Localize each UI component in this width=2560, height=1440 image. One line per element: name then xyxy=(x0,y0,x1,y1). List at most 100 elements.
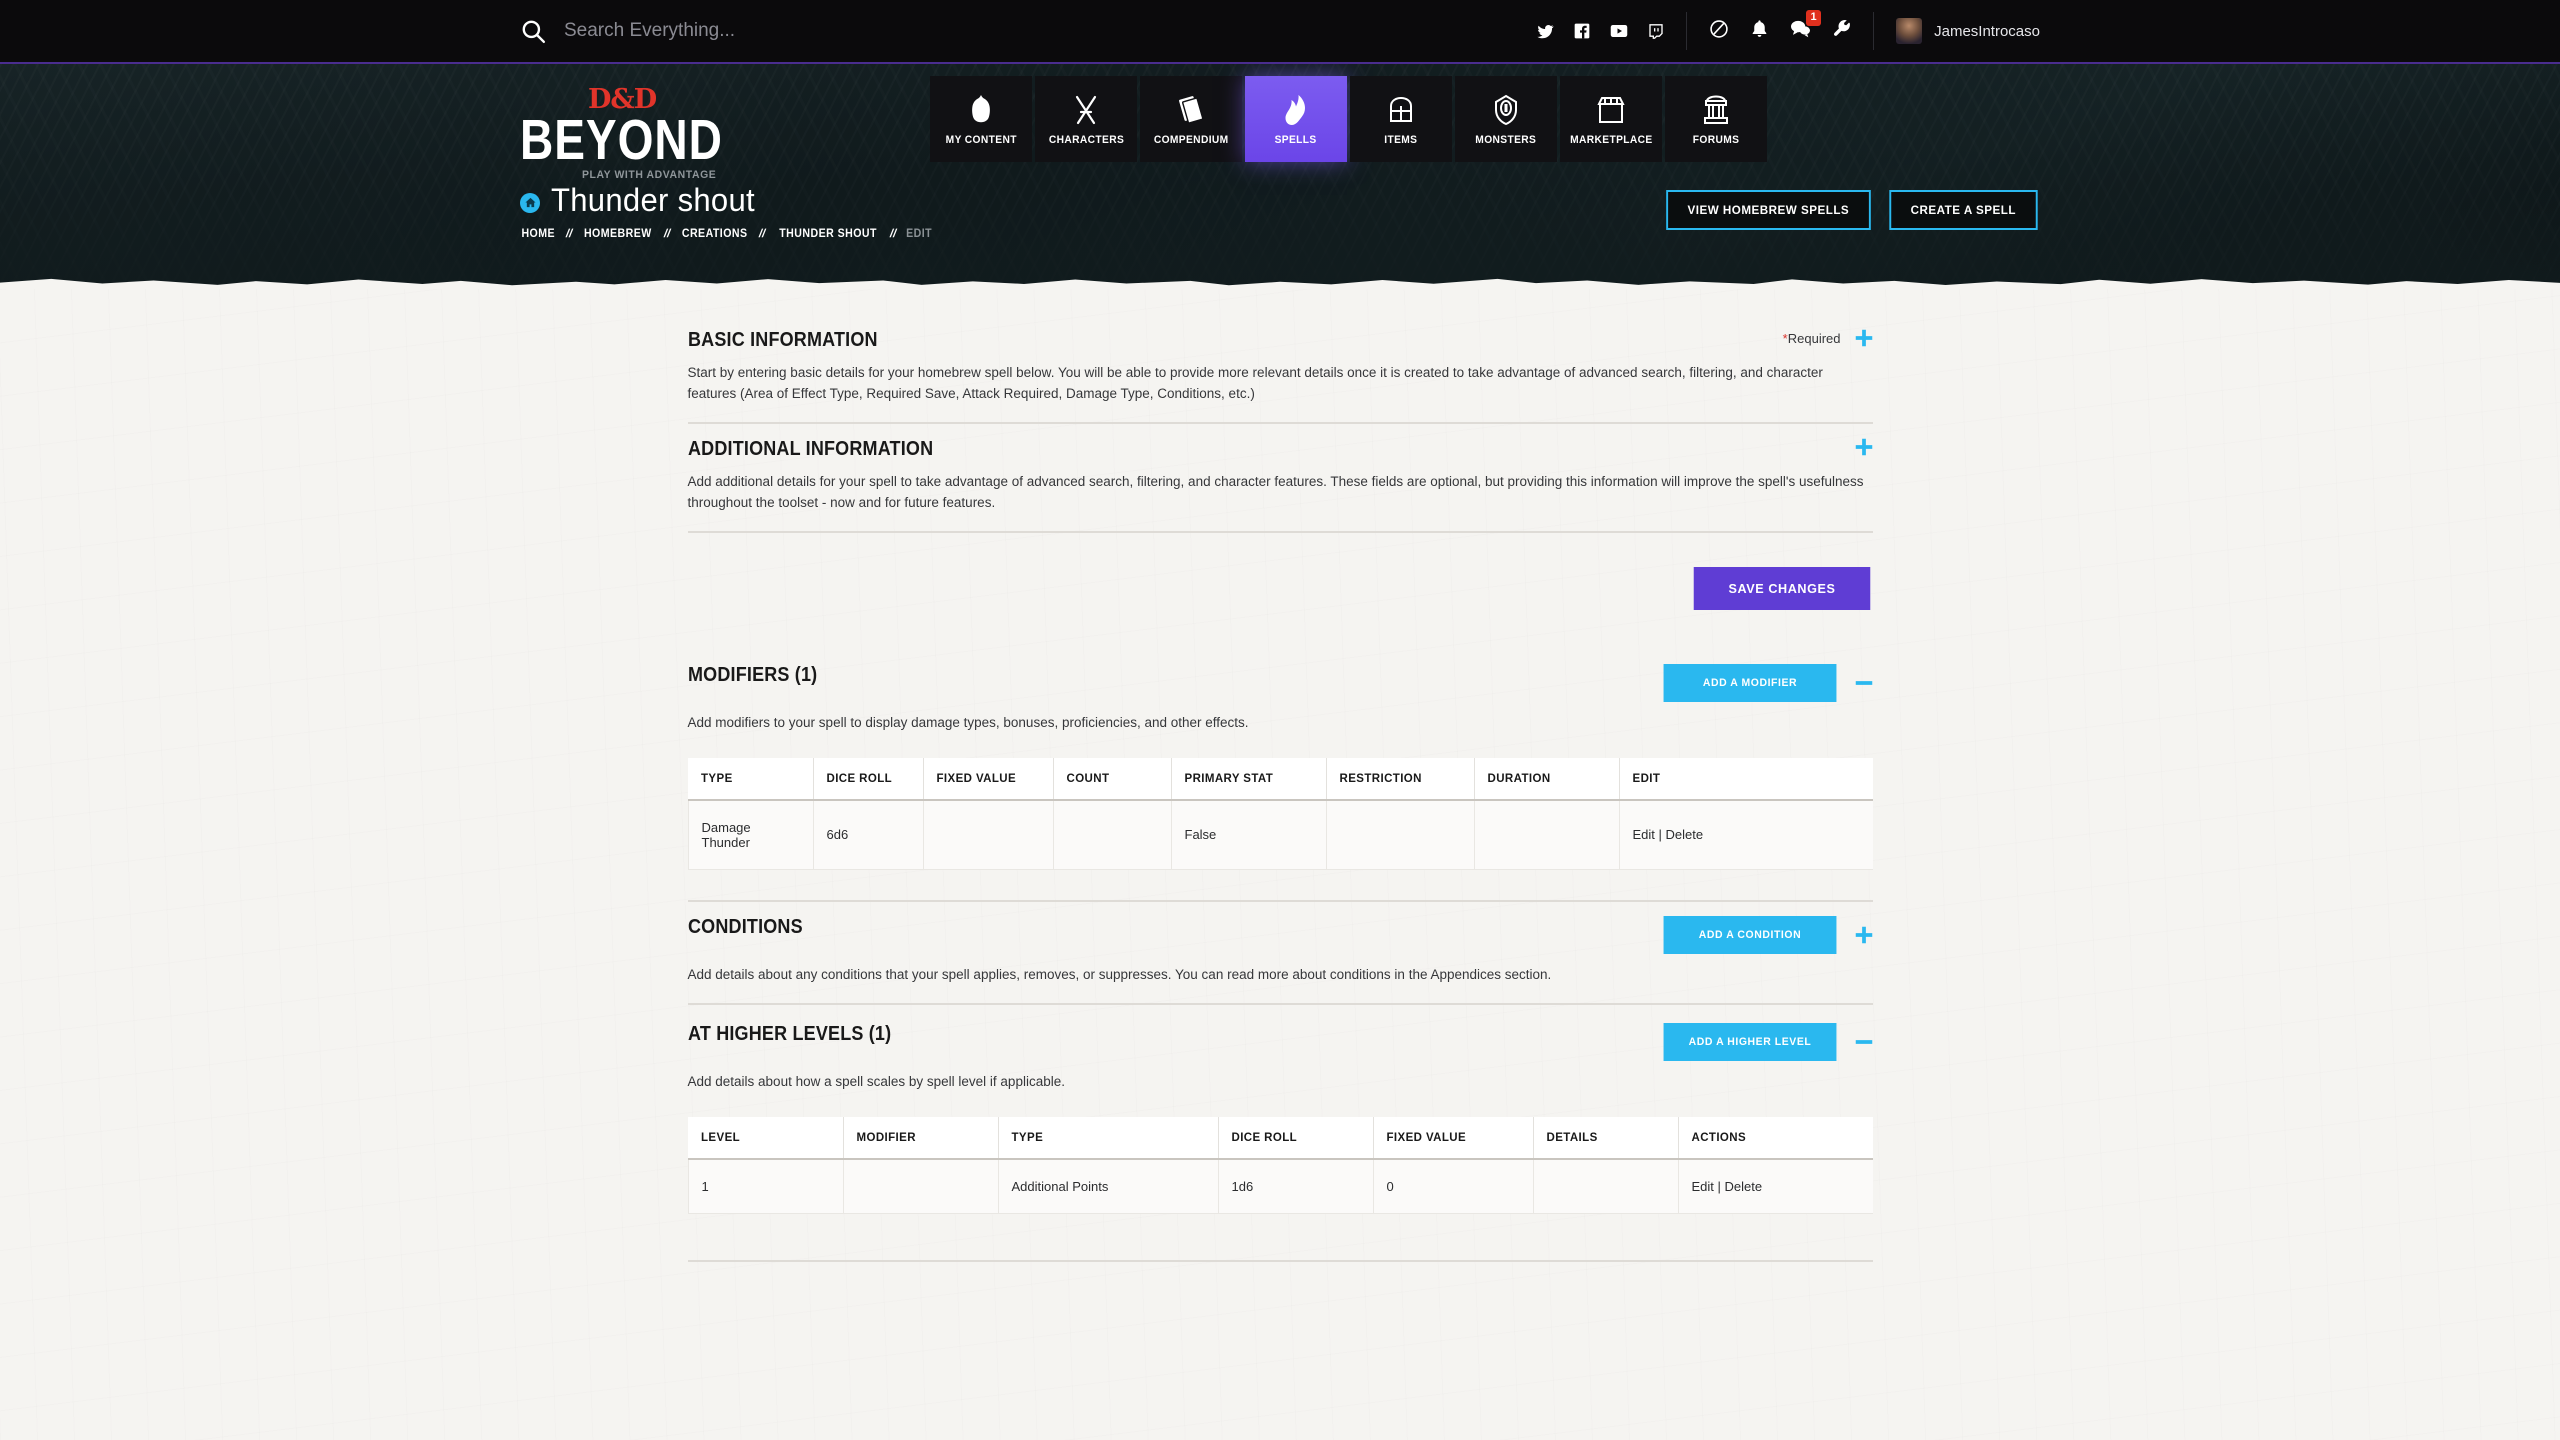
breadcrumb-item-creations[interactable]: CREATIONS xyxy=(682,228,748,240)
nav-item-items[interactable]: ITEMS xyxy=(1350,76,1452,162)
cell-modifier xyxy=(843,1158,999,1214)
nav-item-characters[interactable]: CHARACTERS xyxy=(1035,76,1137,162)
nav-label: ITEMS xyxy=(1384,134,1418,146)
cell-edit-delete-actions[interactable]: Edit | Delete xyxy=(1678,1158,1873,1214)
cell-type: Additional Points xyxy=(998,1158,1219,1214)
page-title: Thunder shout xyxy=(551,182,755,218)
column-header-restriction: RESTRICTION xyxy=(1326,757,1475,801)
breadcrumb-item-home[interactable]: HOME xyxy=(521,228,555,240)
nav-item-spells[interactable]: SPELLS xyxy=(1245,76,1347,162)
twitch-icon[interactable] xyxy=(1648,23,1664,40)
plus-icon[interactable] xyxy=(1855,926,1873,944)
top-utility-bar: 1 JamesIntrocaso xyxy=(0,0,2560,64)
plus-icon[interactable] xyxy=(1855,329,1873,347)
global-search[interactable] xyxy=(520,18,1537,44)
table-header-row: LEVEL MODIFIER TYPE DICE ROLL FIXED VALU… xyxy=(688,1116,1873,1160)
youtube-icon[interactable] xyxy=(1610,23,1628,39)
shop-icon xyxy=(1597,92,1625,128)
flame-hand-icon xyxy=(1283,92,1309,128)
books-icon xyxy=(1177,92,1205,128)
breadcrumb-separator: // xyxy=(662,228,672,240)
breadcrumb: HOME // HOMEBREW // CREATIONS // THUNDER… xyxy=(520,228,933,240)
bag-icon xyxy=(968,92,994,128)
column-icon xyxy=(1702,92,1730,128)
breadcrumb-separator: // xyxy=(758,228,767,240)
tool-icons: 1 xyxy=(1686,10,1875,50)
page-body: BASIC INFORMATION *Required Start by ent… xyxy=(0,289,2560,1440)
breadcrumb-separator: // xyxy=(564,228,574,240)
twitter-icon[interactable] xyxy=(1537,23,1554,40)
cell-level: 1 xyxy=(688,1158,844,1214)
create-a-spell-button[interactable]: CREATE A SPELL xyxy=(1889,190,2038,230)
nav-item-my-content[interactable]: MY CONTENT xyxy=(930,76,1032,162)
chat-icon-wrapper[interactable]: 1 xyxy=(1790,10,1822,43)
nav-item-forums[interactable]: FORUMS xyxy=(1665,76,1767,162)
cell-count xyxy=(1053,799,1172,870)
nav-label: FORUMS xyxy=(1692,134,1740,146)
table-row: 1 Additional Points 1d6 0 Edit | Delete xyxy=(688,1158,1873,1214)
section-title-basic-information: BASIC INFORMATION xyxy=(687,329,878,351)
nav-label: COMPENDIUM xyxy=(1153,134,1229,146)
section-description-additional-information: Add additional details for your spell to… xyxy=(687,474,1864,510)
column-header-count: COUNT xyxy=(1053,757,1172,801)
view-homebrew-spells-button[interactable]: VIEW HOMEBREW SPELLS xyxy=(1665,190,1871,230)
eye-shield-icon xyxy=(1493,92,1519,128)
section-title-conditions: CONDITIONS xyxy=(687,915,803,938)
column-header-dice-roll: DICE ROLL xyxy=(813,757,924,801)
section-description-conditions: Add details about any conditions that yo… xyxy=(687,966,1552,982)
cell-details xyxy=(1533,1158,1679,1214)
minus-icon[interactable] xyxy=(1855,1033,1873,1051)
column-header-dice-roll: DICE ROLL xyxy=(1218,1116,1374,1160)
nav-label: MY CONTENT xyxy=(945,134,1017,146)
required-label: Required xyxy=(1787,330,1841,346)
home-icon[interactable] xyxy=(520,192,540,213)
column-header-level: LEVEL xyxy=(688,1116,844,1160)
crossed-swords-icon xyxy=(1072,92,1100,128)
nav-item-compendium[interactable]: COMPENDIUM xyxy=(1140,76,1242,162)
section-conditions: CONDITIONS ADD A CONDITION Add details a… xyxy=(687,902,1873,1006)
nav-label: SPELLS xyxy=(1274,134,1318,146)
required-note: *Required xyxy=(1783,331,1841,346)
cell-edit-delete-actions[interactable]: Edit | Delete xyxy=(1619,799,1873,870)
logo-tagline: PLAY WITH ADVANTAGE xyxy=(582,168,717,181)
facebook-icon[interactable] xyxy=(1574,23,1590,39)
cell-primary-stat: False xyxy=(1171,799,1327,870)
add-a-modifier-button[interactable]: ADD A MODIFIER xyxy=(1663,664,1836,703)
column-header-type: TYPE xyxy=(998,1116,1219,1160)
section-title-at-higher-levels: AT HIGHER LEVELS (1) xyxy=(687,1023,891,1046)
chat-unread-badge: 1 xyxy=(1806,10,1822,26)
divider xyxy=(687,531,1873,534)
username-label: JamesIntrocaso xyxy=(1934,22,2040,40)
section-description-at-higher-levels: Add details about how a spell scales by … xyxy=(687,1074,1065,1090)
column-header-type: TYPE xyxy=(688,757,814,801)
breadcrumb-item-thunder-shout[interactable]: THUNDER SHOUT xyxy=(779,228,877,240)
site-logo[interactable]: D&D BEYOND PLAY WITH ADVANTAGE xyxy=(520,76,920,181)
user-menu[interactable]: JamesIntrocaso xyxy=(1874,18,2040,44)
hero-banner: D&D BEYOND PLAY WITH ADVANTAGE MY CONTEN… xyxy=(0,64,2560,289)
avatar xyxy=(1896,18,1923,44)
minus-icon[interactable] xyxy=(1855,674,1873,692)
nav-item-monsters[interactable]: MONSTERS xyxy=(1455,76,1557,162)
bell-icon[interactable] xyxy=(1751,19,1768,43)
social-links xyxy=(1537,23,1686,40)
table-header-row: TYPE DICE ROLL FIXED VALUE COUNT PRIMARY… xyxy=(688,757,1873,801)
wrench-icon[interactable] xyxy=(1833,19,1851,43)
cell-type: Damage Thunder xyxy=(688,799,814,870)
plus-icon[interactable] xyxy=(1855,438,1873,456)
table-row: Damage Thunder 6d6 False Edit | Delete xyxy=(688,799,1873,870)
breadcrumb-item-edit: EDIT xyxy=(906,228,933,240)
add-a-condition-button[interactable]: ADD A CONDITION xyxy=(1663,915,1836,954)
breadcrumb-item-homebrew[interactable]: HOMEBREW xyxy=(584,228,652,240)
nav-label: MONSTERS xyxy=(1475,134,1537,146)
add-a-higher-level-button[interactable]: ADD A HIGHER LEVEL xyxy=(1663,1023,1836,1062)
compass-icon[interactable] xyxy=(1709,19,1729,44)
section-at-higher-levels: AT HIGHER LEVELS (1) ADD A HIGHER LEVEL … xyxy=(687,1005,1873,1262)
chest-icon xyxy=(1388,92,1414,128)
higher-levels-table: LEVEL MODIFIER TYPE DICE ROLL FIXED VALU… xyxy=(687,1116,1873,1214)
save-changes-button[interactable]: SAVE CHANGES xyxy=(1693,567,1870,611)
section-basic-information: BASIC INFORMATION *Required Start by ent… xyxy=(687,315,1873,425)
section-description-modifiers: Add modifiers to your spell to display d… xyxy=(687,715,1249,731)
column-header-edit: EDIT xyxy=(1619,757,1873,801)
nav-item-marketplace[interactable]: MARKETPLACE xyxy=(1560,76,1662,162)
search-input[interactable] xyxy=(564,20,1064,42)
